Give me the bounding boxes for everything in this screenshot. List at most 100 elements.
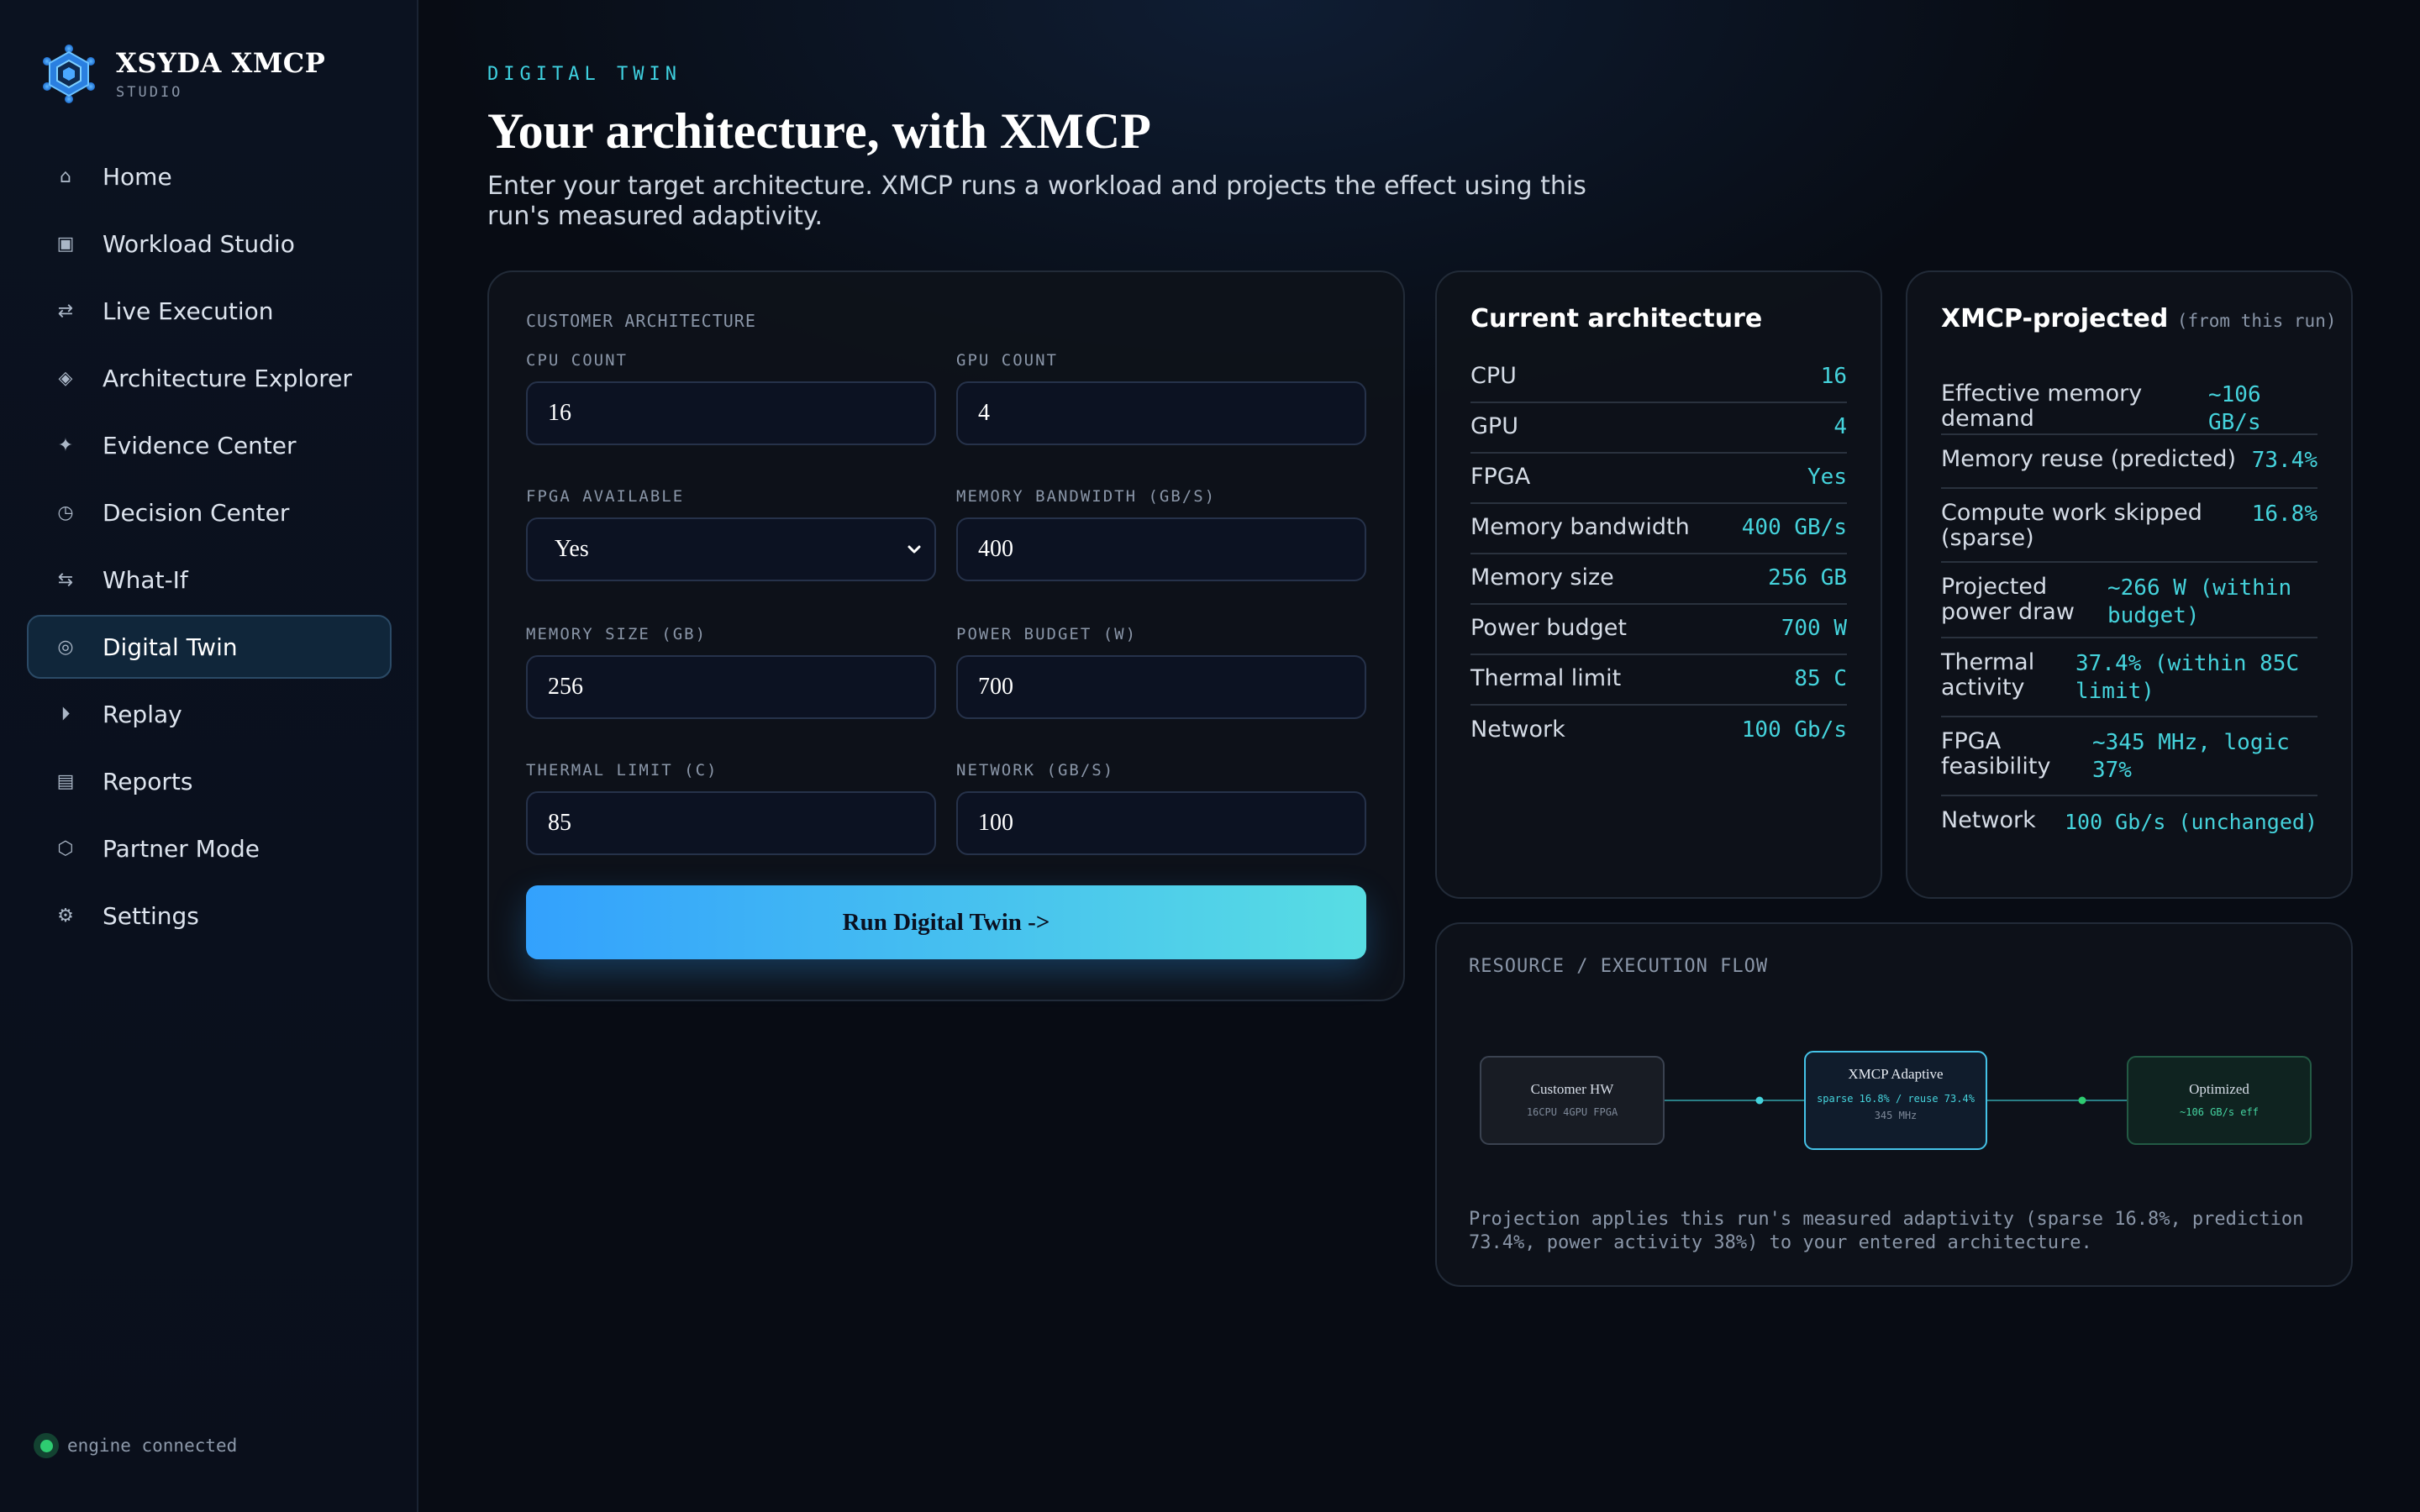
kv-row: Network 100 Gb/s (unchanged) <box>1941 796 2317 847</box>
kv-key: Power budget <box>1470 615 1627 641</box>
play-icon: ⏵ <box>60 703 71 725</box>
kv-key: CPU <box>1470 363 1517 389</box>
kv-row: Compute work skipped (sparse) 16.8% <box>1941 489 2317 563</box>
thermal-limit-label: THERMAL LIMIT (C) <box>526 761 718 780</box>
fpga-available-select[interactable]: Yes <box>526 517 936 581</box>
kv-value: 256 GB <box>1768 564 1847 591</box>
sidebar-item-decision-center[interactable]: ◷ Decision Center <box>27 480 392 544</box>
execution-flow-diagram: Customer HW 16CPU 4GPU FPGA XMCP Adaptiv… <box>1480 1051 2312 1150</box>
cpu-count-label: CPU COUNT <box>526 351 628 370</box>
kv-row: Effective memory demand ~106 GB/s <box>1941 381 2317 435</box>
chevron-down-icon <box>908 545 921 554</box>
sidebar-item-settings[interactable]: ⚙ Settings <box>27 884 392 948</box>
kv-row: Projected power draw ~266 W (within budge… <box>1941 563 2317 638</box>
target-icon: ◎ <box>57 636 74 658</box>
flow-node-customer-hw[interactable]: Customer HW 16CPU 4GPU FPGA <box>1480 1056 1665 1145</box>
sidebar-item-label: Reports <box>103 767 193 795</box>
current-architecture-list: CPU 16 GPU 4 FPGA Yes Memory bandwidth 400 G… <box>1470 353 1847 756</box>
kv-row: Thermal activity 37.4% (within 85C limit) <box>1941 638 2317 717</box>
resource-execution-flow-card: RESOURCE / EXECUTION FLOW Customer HW 16… <box>1435 922 2353 1287</box>
fpga-selected-value: Yes <box>555 536 589 562</box>
document-icon: ▤ <box>56 770 75 792</box>
brand-name: XSYDA XMCP <box>116 47 326 79</box>
thermal-limit-input[interactable] <box>526 791 936 855</box>
kv-key: Compute work skipped (sparse) <box>1941 500 2202 551</box>
kv-row: Power budget 700 W <box>1470 605 1847 655</box>
flow-node-detail: sparse 16.8% / reuse 73.4% <box>1817 1093 1975 1105</box>
sidebar-item-architecture-explorer[interactable]: ◈ Architecture Explorer <box>27 346 392 410</box>
sidebar-item-label: Partner Mode <box>103 834 260 863</box>
gpu-count-input[interactable] <box>956 381 1366 445</box>
kv-key: FPGA feasibility <box>1941 728 2051 780</box>
xmcp-projected-title: XMCP-projected (from this run) <box>1941 304 2336 333</box>
memory-size-input[interactable] <box>526 655 936 719</box>
sidebar-item-reports[interactable]: ▤ Reports <box>27 749 392 813</box>
sidebar-item-workload-studio[interactable]: ▣ Workload Studio <box>27 212 392 276</box>
brand[interactable]: XSYDA XMCP STUDIO <box>39 44 325 104</box>
network-label: NETWORK (GB/S) <box>956 761 1115 780</box>
kv-key: Effective memory demand <box>1941 381 2143 432</box>
home-icon: ⌂ <box>60 165 71 187</box>
sidebar-item-home[interactable]: ⌂ Home <box>27 144 392 208</box>
sidebar-item-label: Settings <box>103 901 199 930</box>
kv-row: Memory bandwidth 400 GB/s <box>1470 504 1847 554</box>
kv-value: 16 <box>1820 363 1847 389</box>
memory-size-label: MEMORY SIZE (GB) <box>526 625 708 643</box>
kv-row: FPGA Yes <box>1470 454 1847 504</box>
kv-key: Thermal limit <box>1470 665 1622 691</box>
kv-value: 100 Gb/s (unchanged) <box>2064 810 2317 834</box>
sidebar-item-live-execution[interactable]: ⇄ Live Execution <box>27 279 392 343</box>
kv-key: Memory size <box>1470 564 1614 591</box>
kv-key: Memory reuse (predicted) <box>1941 446 2237 472</box>
kv-key: Thermal activity <box>1941 649 2035 701</box>
network-input[interactable] <box>956 791 1366 855</box>
page-title: Your architecture, with XMCP <box>487 103 1151 159</box>
projected-title-note: (from this run) <box>2176 311 2337 331</box>
fpga-available-label: FPGA AVAILABLE <box>526 487 685 506</box>
arrows-exchange-icon: ⇄ <box>57 300 74 322</box>
flow-node-title: Customer HW <box>1531 1081 1615 1097</box>
flow-node-title: XMCP Adaptive <box>1848 1066 1943 1082</box>
gear-icon: ⚙ <box>57 905 74 927</box>
current-architecture-card: Current architecture CPU 16 GPU 4 FPGA Yes … <box>1435 270 1882 899</box>
sidebar: XSYDA XMCP STUDIO ⌂ Home ▣ Workload Stud… <box>0 0 418 1512</box>
sidebar-item-label: Live Execution <box>103 297 274 325</box>
kv-value: 16.8% <box>2251 501 2317 527</box>
flow-node-detail: 16CPU 4GPU FPGA <box>1527 1106 1618 1118</box>
run-digital-twin-button[interactable]: Run Digital Twin -> <box>526 885 1366 959</box>
gpu-count-label: GPU COUNT <box>956 351 1058 370</box>
memory-bandwidth-input[interactable] <box>956 517 1366 581</box>
page-eyebrow: DIGITAL TWIN <box>487 64 681 85</box>
sidebar-item-evidence-center[interactable]: ✦ Evidence Center <box>27 413 392 477</box>
flow-dot <box>2078 1096 2086 1105</box>
sidebar-item-digital-twin[interactable]: ◎ Digital Twin <box>27 615 392 679</box>
kv-value: ~345 MHz, logic 37% <box>2092 730 2290 783</box>
flow-node-xmcp-adaptive[interactable]: XMCP Adaptive sparse 16.8% / reuse 73.4%… <box>1804 1051 1987 1150</box>
customer-architecture-form: CUSTOMER ARCHITECTURE CPU COUNT GPU COUN… <box>487 270 1405 1001</box>
diamond-icon: ◈ <box>58 367 73 389</box>
kv-row: Thermal limit 85 C <box>1470 655 1847 706</box>
kv-key: FPGA <box>1470 464 1531 490</box>
swap-arrows-icon: ⇆ <box>57 569 74 591</box>
sidebar-item-replay[interactable]: ⏵ Replay <box>27 682 392 746</box>
sidebar-item-partner-mode[interactable]: ⬡ Partner Mode <box>27 816 392 880</box>
kv-row: Memory reuse (predicted) 73.4% <box>1941 435 2317 489</box>
sidebar-item-label: Home <box>103 162 172 191</box>
xmcp-projected-card: XMCP-projected (from this run) Effective… <box>1906 270 2353 899</box>
power-budget-input[interactable] <box>956 655 1366 719</box>
kv-key: Network <box>1470 717 1565 743</box>
flow-dot <box>1755 1096 1764 1105</box>
kv-value: 4 <box>1833 413 1847 439</box>
cpu-count-input[interactable] <box>526 381 936 445</box>
clock-icon: ◷ <box>57 501 74 523</box>
engine-status: engine connected <box>34 1433 237 1458</box>
sidebar-item-what-if[interactable]: ⇆ What-If <box>27 548 392 612</box>
sidebar-item-label: Workload Studio <box>103 229 295 258</box>
sidebar-item-label: Evidence Center <box>103 431 297 459</box>
kv-row: CPU 16 <box>1470 353 1847 403</box>
sparkle-icon: ✦ <box>57 434 74 456</box>
sidebar-nav: ⌂ Home ▣ Workload Studio ⇄ Live Executio… <box>27 144 392 951</box>
current-architecture-title: Current architecture <box>1470 304 1763 333</box>
flow-node-optimized[interactable]: Optimized ~106 GB/s eff <box>2127 1056 2312 1145</box>
kv-key: Memory bandwidth <box>1470 514 1690 540</box>
